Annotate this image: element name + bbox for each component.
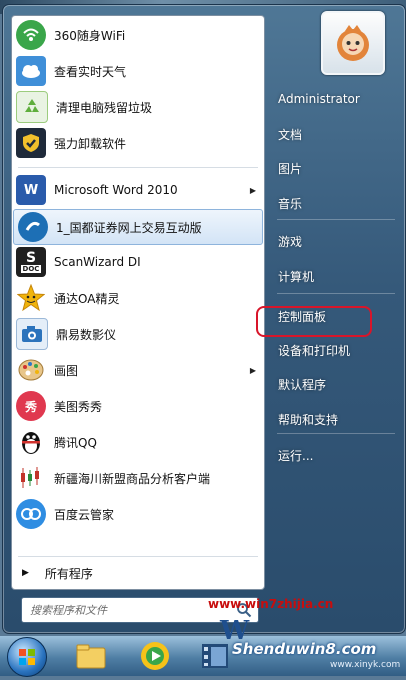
word-icon: W <box>16 175 46 205</box>
program-label: Microsoft Word 2010 <box>54 183 178 197</box>
places-separator <box>277 433 395 434</box>
all-programs-label: 所有程序 <box>44 566 93 581</box>
pinned-separator <box>18 167 258 168</box>
user-avatar[interactable] <box>321 11 385 75</box>
control-panel-highlight-annotation <box>256 306 372 337</box>
menu-pictures[interactable]: 图片 <box>271 153 403 183</box>
program-item-360wifi[interactable]: 360随身WiFi <box>12 18 264 52</box>
user-picture-icon <box>337 25 369 61</box>
menu-administrator[interactable]: Administrator <box>271 84 403 114</box>
program-item-stock-trading[interactable]: 1_国都证券网上交易互动版 <box>13 209 263 245</box>
qq-penguin-icon <box>16 427 46 457</box>
expand-arrow-icon: ▶ <box>22 568 29 578</box>
program-item-haichuan[interactable]: 新疆海川新盟商品分析客户端 <box>12 461 264 495</box>
recycle-icon <box>16 91 48 123</box>
paint-palette-icon <box>16 355 46 385</box>
menu-run[interactable]: 运行... <box>271 440 403 470</box>
program-label: 美图秀秀 <box>54 399 103 414</box>
menu-music[interactable]: 音乐 <box>271 188 403 218</box>
program-label: 鼎易数影仪 <box>56 327 117 342</box>
places-panel: Administrator 文档 图片 音乐 游戏 计算机 控制面板 设备和打印… <box>271 5 405 605</box>
program-label: 腾讯QQ <box>54 435 97 450</box>
all-programs-separator <box>18 556 258 557</box>
submenu-arrow-icon[interactable]: ▶ <box>250 366 256 375</box>
program-item-paint[interactable]: 画图 ▶ <box>12 353 264 387</box>
menu-games[interactable]: 游戏 <box>271 226 403 256</box>
program-label: 1_国都证券网上交易互动版 <box>56 220 202 235</box>
program-item-baidu-cloud[interactable]: 百度云管家 <box>12 497 264 531</box>
menu-computer[interactable]: 计算机 <box>271 261 403 291</box>
uninstall-shield-icon <box>16 128 46 158</box>
programs-panel: 360随身WiFi 查看实时天气 清理电脑残留垃圾 强力卸载软件 W Micro… <box>11 15 265 590</box>
watermark-brand: Shenduwin8.com <box>232 640 377 658</box>
start-orb-icon[interactable] <box>7 637 47 677</box>
star-smiley-icon <box>16 283 46 313</box>
weather-icon <box>16 56 46 86</box>
menu-documents[interactable]: 文档 <box>271 119 403 149</box>
program-label: 新疆海川新盟商品分析客户端 <box>54 471 211 486</box>
camera-icon <box>16 318 48 350</box>
program-item-scanwizard[interactable]: S DOC ScanWizard DI <box>12 245 264 279</box>
program-item-weather[interactable]: 查看实时天气 <box>12 54 264 88</box>
program-label: 画图 <box>54 363 79 378</box>
places-separator <box>277 219 395 220</box>
program-item-cleaner[interactable]: 清理电脑残留垃圾 <box>12 90 264 124</box>
meitu-icon: 秀 <box>16 391 46 421</box>
baidu-cloud-icon <box>16 499 46 529</box>
explorer-folder-icon[interactable] <box>74 639 108 673</box>
program-item-camera[interactable]: 鼎易数影仪 <box>12 317 264 351</box>
menu-default-programs[interactable]: 默认程序 <box>271 369 403 399</box>
menu-devices-printers[interactable]: 设备和打印机 <box>271 335 403 365</box>
menu-help-support[interactable]: 帮助和支持 <box>271 404 403 434</box>
search-placeholder[interactable]: 搜索程序和文件 <box>30 602 236 618</box>
program-label: ScanWizard DI <box>54 255 141 269</box>
submenu-arrow-icon[interactable]: ▶ <box>250 186 256 195</box>
start-menu: 360随身WiFi 查看实时天气 清理电脑残留垃圾 强力卸载软件 W Micro… <box>2 4 406 634</box>
program-item-meitu[interactable]: 秀 美图秀秀 <box>12 389 264 423</box>
watermark-site: www.xinyk.com <box>330 660 401 670</box>
program-item-word[interactable]: W Microsoft Word 2010 ▶ <box>12 173 264 207</box>
program-item-qq[interactable]: 腾讯QQ <box>12 425 264 459</box>
places-separator <box>277 293 395 294</box>
wifi-360-icon <box>16 20 46 50</box>
all-programs-button[interactable]: ▶ 所有程序 <box>12 559 264 587</box>
watermark-url: www.win7zhijia.cn <box>208 597 334 611</box>
scan-doc-icon: S DOC <box>16 247 46 277</box>
program-label: 查看实时天气 <box>54 64 127 79</box>
program-label: 强力卸载软件 <box>54 136 127 151</box>
program-item-oa[interactable]: 通达OA精灵 <box>12 281 264 315</box>
program-label: 清理电脑残留垃圾 <box>56 100 153 115</box>
program-item-uninstaller[interactable]: 强力卸载软件 <box>12 126 264 160</box>
program-label: 360随身WiFi <box>54 28 126 43</box>
media-player-icon[interactable] <box>138 639 172 673</box>
program-label: 通达OA精灵 <box>54 291 120 306</box>
candlestick-icon <box>16 463 46 493</box>
stock-trading-icon <box>18 212 48 242</box>
program-label: 百度云管家 <box>54 507 115 522</box>
